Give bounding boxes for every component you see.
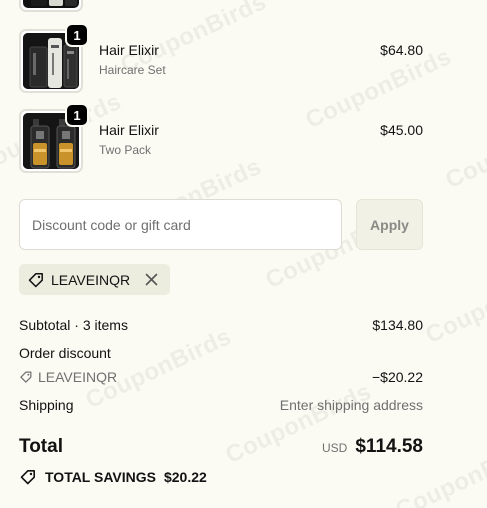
product-thumbnail: 1	[19, 23, 89, 93]
remove-discount-icon[interactable]	[142, 271, 160, 289]
product-variant: Two Pack	[99, 143, 152, 157]
total-label: Total	[19, 436, 63, 457]
subtotal-row: Subtotal · 3 items $134.80	[19, 317, 423, 333]
discount-code-input[interactable]	[19, 199, 342, 250]
applied-discount-chip: LEAVEINQR	[19, 264, 171, 295]
shipping-value: Enter shipping address	[279, 397, 423, 413]
line-item-partial[interactable]	[19, 0, 423, 12]
product-title: Hair Elixir	[99, 42, 159, 58]
applied-discount-code: LEAVEINQR	[51, 271, 131, 288]
total-amount: $114.58	[355, 436, 423, 457]
total-row: Total USD $114.58	[19, 436, 423, 458]
discount-value: −$20.22	[372, 369, 423, 385]
savings-value: $20.22	[163, 469, 207, 485]
product-thumbnail	[19, 0, 83, 12]
tag-icon	[19, 370, 33, 384]
currency-code: USD	[322, 441, 348, 455]
watermark: CouponBirds	[441, 103, 487, 195]
tag-icon	[27, 271, 45, 289]
product-image	[23, 0, 79, 8]
line-item[interactable]: 1 Hair Elixir Two Pack $45.00	[19, 103, 423, 173]
product-thumbnail: 1	[19, 103, 89, 173]
quantity-badge: 1	[65, 103, 89, 127]
discount-code-name: LEAVEINQR	[38, 369, 118, 385]
product-title: Hair Elixir	[99, 122, 159, 138]
subtotal-label: Subtotal · 3 items	[19, 317, 128, 333]
product-price: $45.00	[380, 122, 423, 138]
order-discount-row: Order discount	[19, 345, 423, 361]
shipping-label: Shipping	[19, 397, 74, 413]
subtotal-value: $134.80	[372, 317, 423, 333]
watermark: CouponBirds	[421, 258, 487, 350]
product-variant: Haircare Set	[99, 63, 166, 77]
order-discount-label: Order discount	[19, 345, 111, 361]
tag-icon	[19, 468, 37, 486]
line-item[interactable]: 1 Hair Elixir Haircare Set $64.80	[19, 23, 423, 93]
shipping-row: Shipping Enter shipping address	[19, 397, 423, 413]
quantity-badge: 1	[65, 23, 89, 47]
savings-label: TOTAL SAVINGS	[45, 469, 156, 485]
total-savings: TOTAL SAVINGS $20.22	[19, 468, 207, 486]
product-price: $64.80	[380, 42, 423, 58]
apply-discount-button[interactable]: Apply	[356, 199, 423, 250]
discount-code-row: LEAVEINQR −$20.22	[19, 369, 423, 385]
